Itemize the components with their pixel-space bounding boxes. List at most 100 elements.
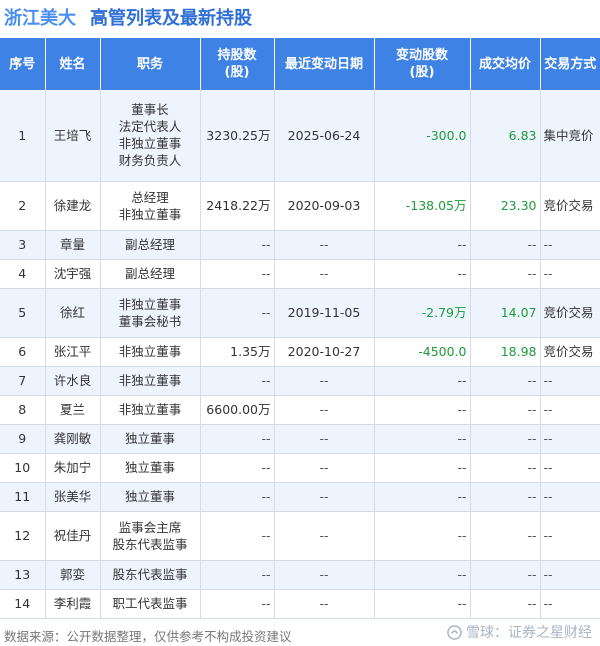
cell-change: -138.05万 [374, 181, 471, 231]
cell-method: -- [540, 366, 600, 396]
cell-change: -- [374, 230, 471, 260]
cell-holding: -- [200, 366, 275, 396]
cell-date: -- [274, 424, 375, 454]
cell-holding: -- [200, 288, 275, 338]
cell-position: 非独立董事 董事会秘书 [100, 288, 201, 338]
company-name: 浙江美大 [4, 8, 76, 29]
cell-holding: -- [200, 482, 275, 512]
cell-method: -- [540, 560, 600, 590]
cell-method: -- [540, 424, 600, 454]
cell-method: -- [540, 230, 600, 260]
cell-index: 2 [0, 181, 46, 231]
brand-text: 雪球：证券之星财经 [466, 625, 592, 641]
table-row: 2 徐建龙 总经理 非独立董事 2418.22万 2020-09-03 -138.05万 2… [0, 181, 600, 231]
cell-date: -- [274, 395, 375, 425]
table-header-row: 序号 姓名 职务 持股数 (股) 最近变动日期 变动股数 (股) 成交均价 交易… [0, 38, 600, 90]
cell-change: -- [374, 482, 471, 512]
cell-index: 6 [0, 337, 46, 367]
cell-position: 监事会主席 股东代表监事 [100, 511, 201, 561]
cell-name: 张美华 [45, 482, 101, 512]
cell-name: 郭娈 [45, 560, 101, 590]
cell-name: 章量 [45, 230, 101, 260]
cell-position: 独立董事 [100, 424, 201, 454]
cell-holding: 3230.25万 [200, 90, 275, 182]
cell-date: 2020-09-03 [274, 181, 375, 231]
cell-price: -- [470, 366, 541, 396]
table-row: 8 夏兰 非独立董事 6600.00万 -- -- -- -- [0, 395, 600, 425]
cell-name: 张江平 [45, 337, 101, 367]
snowball-logo-icon [447, 624, 462, 640]
cell-date: 2020-10-27 [274, 337, 375, 367]
cell-change: -4500.0 [374, 337, 471, 367]
cell-holding: -- [200, 453, 275, 483]
cell-change: -- [374, 589, 471, 619]
table-row: 6 张江平 非独立董事 1.35万 2020-10-27 -4500.0 18.98 竞价交易 [0, 337, 600, 367]
cell-date: -- [274, 366, 375, 396]
cell-holding: -- [200, 230, 275, 260]
table-row: 10 朱加宁 独立董事 -- -- -- -- -- [0, 453, 600, 483]
cell-date: -- [274, 482, 375, 512]
col-header-change: 变动股数 (股) [374, 38, 471, 90]
cell-holding: -- [200, 259, 275, 289]
cell-name: 祝佳丹 [45, 511, 101, 561]
cell-method: -- [540, 453, 600, 483]
col-header-name: 姓名 [45, 38, 101, 90]
cell-holding: -- [200, 560, 275, 590]
col-header-method: 交易方式 [540, 38, 600, 90]
title-bar: 浙江美大 高管列表及最新持股 [4, 2, 252, 32]
table-row: 13 郭娈 股东代表监事 -- -- -- -- -- [0, 560, 600, 590]
col-header-price: 成交均价 [470, 38, 541, 90]
table-row: 14 李利霞 职工代表监事 -- -- -- -- -- [0, 589, 600, 619]
cell-holding: 6600.00万 [200, 395, 275, 425]
cell-holding: 1.35万 [200, 337, 275, 367]
cell-change: -- [374, 259, 471, 289]
cell-method: -- [540, 511, 600, 561]
cell-change: -- [374, 511, 471, 561]
cell-holding: -- [200, 589, 275, 619]
cell-method: -- [540, 589, 600, 619]
cell-index: 4 [0, 259, 46, 289]
table-row: 1 王培飞 董事长 法定代表人 非独立董事 财务负责人 3230.25万 2025-06… [0, 90, 600, 182]
table-row: 3 章量 副总经理 -- -- -- -- -- [0, 230, 600, 260]
page-title: 高管列表及最新持股 [90, 8, 252, 29]
cell-index: 14 [0, 589, 46, 619]
cell-date: -- [274, 511, 375, 561]
cell-name: 许水良 [45, 366, 101, 396]
cell-date: 2019-11-05 [274, 288, 375, 338]
cell-position: 总经理 非独立董事 [100, 181, 201, 231]
cell-change: -- [374, 395, 471, 425]
table-row: 9 龚刚敏 独立董事 -- -- -- -- -- [0, 424, 600, 454]
executive-holdings-table: 序号 姓名 职务 持股数 (股) 最近变动日期 变动股数 (股) 成交均价 交易… [0, 38, 600, 619]
cell-date: -- [274, 589, 375, 619]
cell-position: 董事长 法定代表人 非独立董事 财务负责人 [100, 90, 201, 182]
cell-change: -300.0 [374, 90, 471, 182]
cell-change: -- [374, 424, 471, 454]
cell-price: -- [470, 560, 541, 590]
cell-position: 非独立董事 [100, 337, 201, 367]
cell-index: 10 [0, 453, 46, 483]
cell-price: 6.83 [470, 90, 541, 182]
table-row: 11 张美华 独立董事 -- -- -- -- -- [0, 482, 600, 512]
table-row: 5 徐红 非独立董事 董事会秘书 -- 2019-11-05 -2.79万 14.07 竞价交… [0, 288, 600, 338]
cell-index: 13 [0, 560, 46, 590]
cell-method: 集中竞价 [540, 90, 600, 182]
cell-position: 副总经理 [100, 259, 201, 289]
col-header-date: 最近变动日期 [274, 38, 375, 90]
cell-index: 8 [0, 395, 46, 425]
cell-price: 23.30 [470, 181, 541, 231]
cell-price: 18.98 [470, 337, 541, 367]
cell-index: 9 [0, 424, 46, 454]
cell-holding: -- [200, 424, 275, 454]
brand-watermark: 雪球：证券之星财经 [447, 622, 592, 642]
table-row: 4 沈宇强 副总经理 -- -- -- -- -- [0, 259, 600, 289]
cell-price: -- [470, 424, 541, 454]
cell-index: 1 [0, 90, 46, 182]
col-header-holding: 持股数 (股) [200, 38, 275, 90]
cell-position: 独立董事 [100, 453, 201, 483]
cell-name: 王培飞 [45, 90, 101, 182]
cell-name: 徐红 [45, 288, 101, 338]
cell-change: -- [374, 366, 471, 396]
cell-position: 独立董事 [100, 482, 201, 512]
cell-date: 2025-06-24 [274, 90, 375, 182]
table-row: 7 许水良 非独立董事 -- -- -- -- -- [0, 366, 600, 396]
